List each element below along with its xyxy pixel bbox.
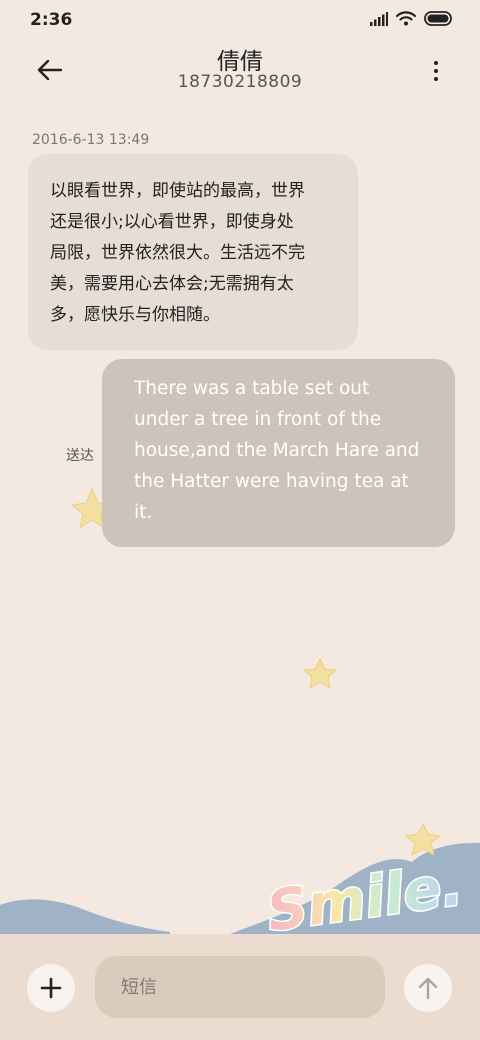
add-attachment-button[interactable] bbox=[27, 964, 75, 1012]
outgoing-message-bubble[interactable]: There was a table set out under a tree i… bbox=[102, 359, 455, 547]
message-timestamp: 2016-6-13 13:49 bbox=[32, 132, 150, 148]
message-line: it. bbox=[134, 502, 153, 523]
message-line: under a tree in front of the bbox=[134, 409, 382, 430]
contact-name: 倩倩 bbox=[217, 49, 263, 75]
message-input[interactable] bbox=[95, 956, 385, 1018]
status-icons bbox=[370, 11, 454, 26]
smile-lettering: Smile. bbox=[263, 853, 466, 945]
send-button[interactable] bbox=[404, 964, 452, 1012]
star-icon bbox=[302, 657, 338, 689]
message-line: house,and the March Hare and bbox=[134, 440, 420, 461]
cloud-wave bbox=[215, 842, 480, 940]
signal-icon bbox=[370, 11, 388, 26]
message-line: There was a table set out bbox=[134, 378, 370, 399]
battery-icon bbox=[424, 11, 452, 26]
status-time: 2:36 bbox=[30, 10, 73, 30]
message-line: 美，需要用心去体会;无需拥有太 bbox=[50, 274, 294, 294]
message-line: 多，愿快乐与你相随。 bbox=[50, 305, 220, 325]
message-line: the Hatter were having tea at bbox=[134, 471, 409, 492]
more-vertical-icon bbox=[434, 61, 438, 81]
conversation-header: 倩倩 18730218809 bbox=[0, 40, 480, 100]
incoming-message-bubble[interactable]: 以眼看世界，即使站的最高，世界 还是很小;以心看世界，即使身处 局限，世界依然很… bbox=[28, 154, 358, 350]
message-line: 还是很小;以心看世界，即使身处 bbox=[50, 212, 294, 232]
more-options-button[interactable] bbox=[428, 56, 444, 86]
wifi-icon bbox=[396, 11, 416, 26]
message-line: 以眼看世界，即使站的最高，世界 bbox=[50, 181, 305, 201]
status-bar: 2:36 bbox=[0, 0, 480, 40]
star-icon bbox=[404, 822, 442, 856]
message-line: 局限，世界依然很大。生活远不完 bbox=[50, 243, 305, 263]
contact-number: 18730218809 bbox=[177, 72, 303, 92]
plus-icon bbox=[40, 977, 62, 999]
delivery-status: 送达 bbox=[66, 448, 94, 464]
arrow-up-icon bbox=[418, 977, 438, 1000]
